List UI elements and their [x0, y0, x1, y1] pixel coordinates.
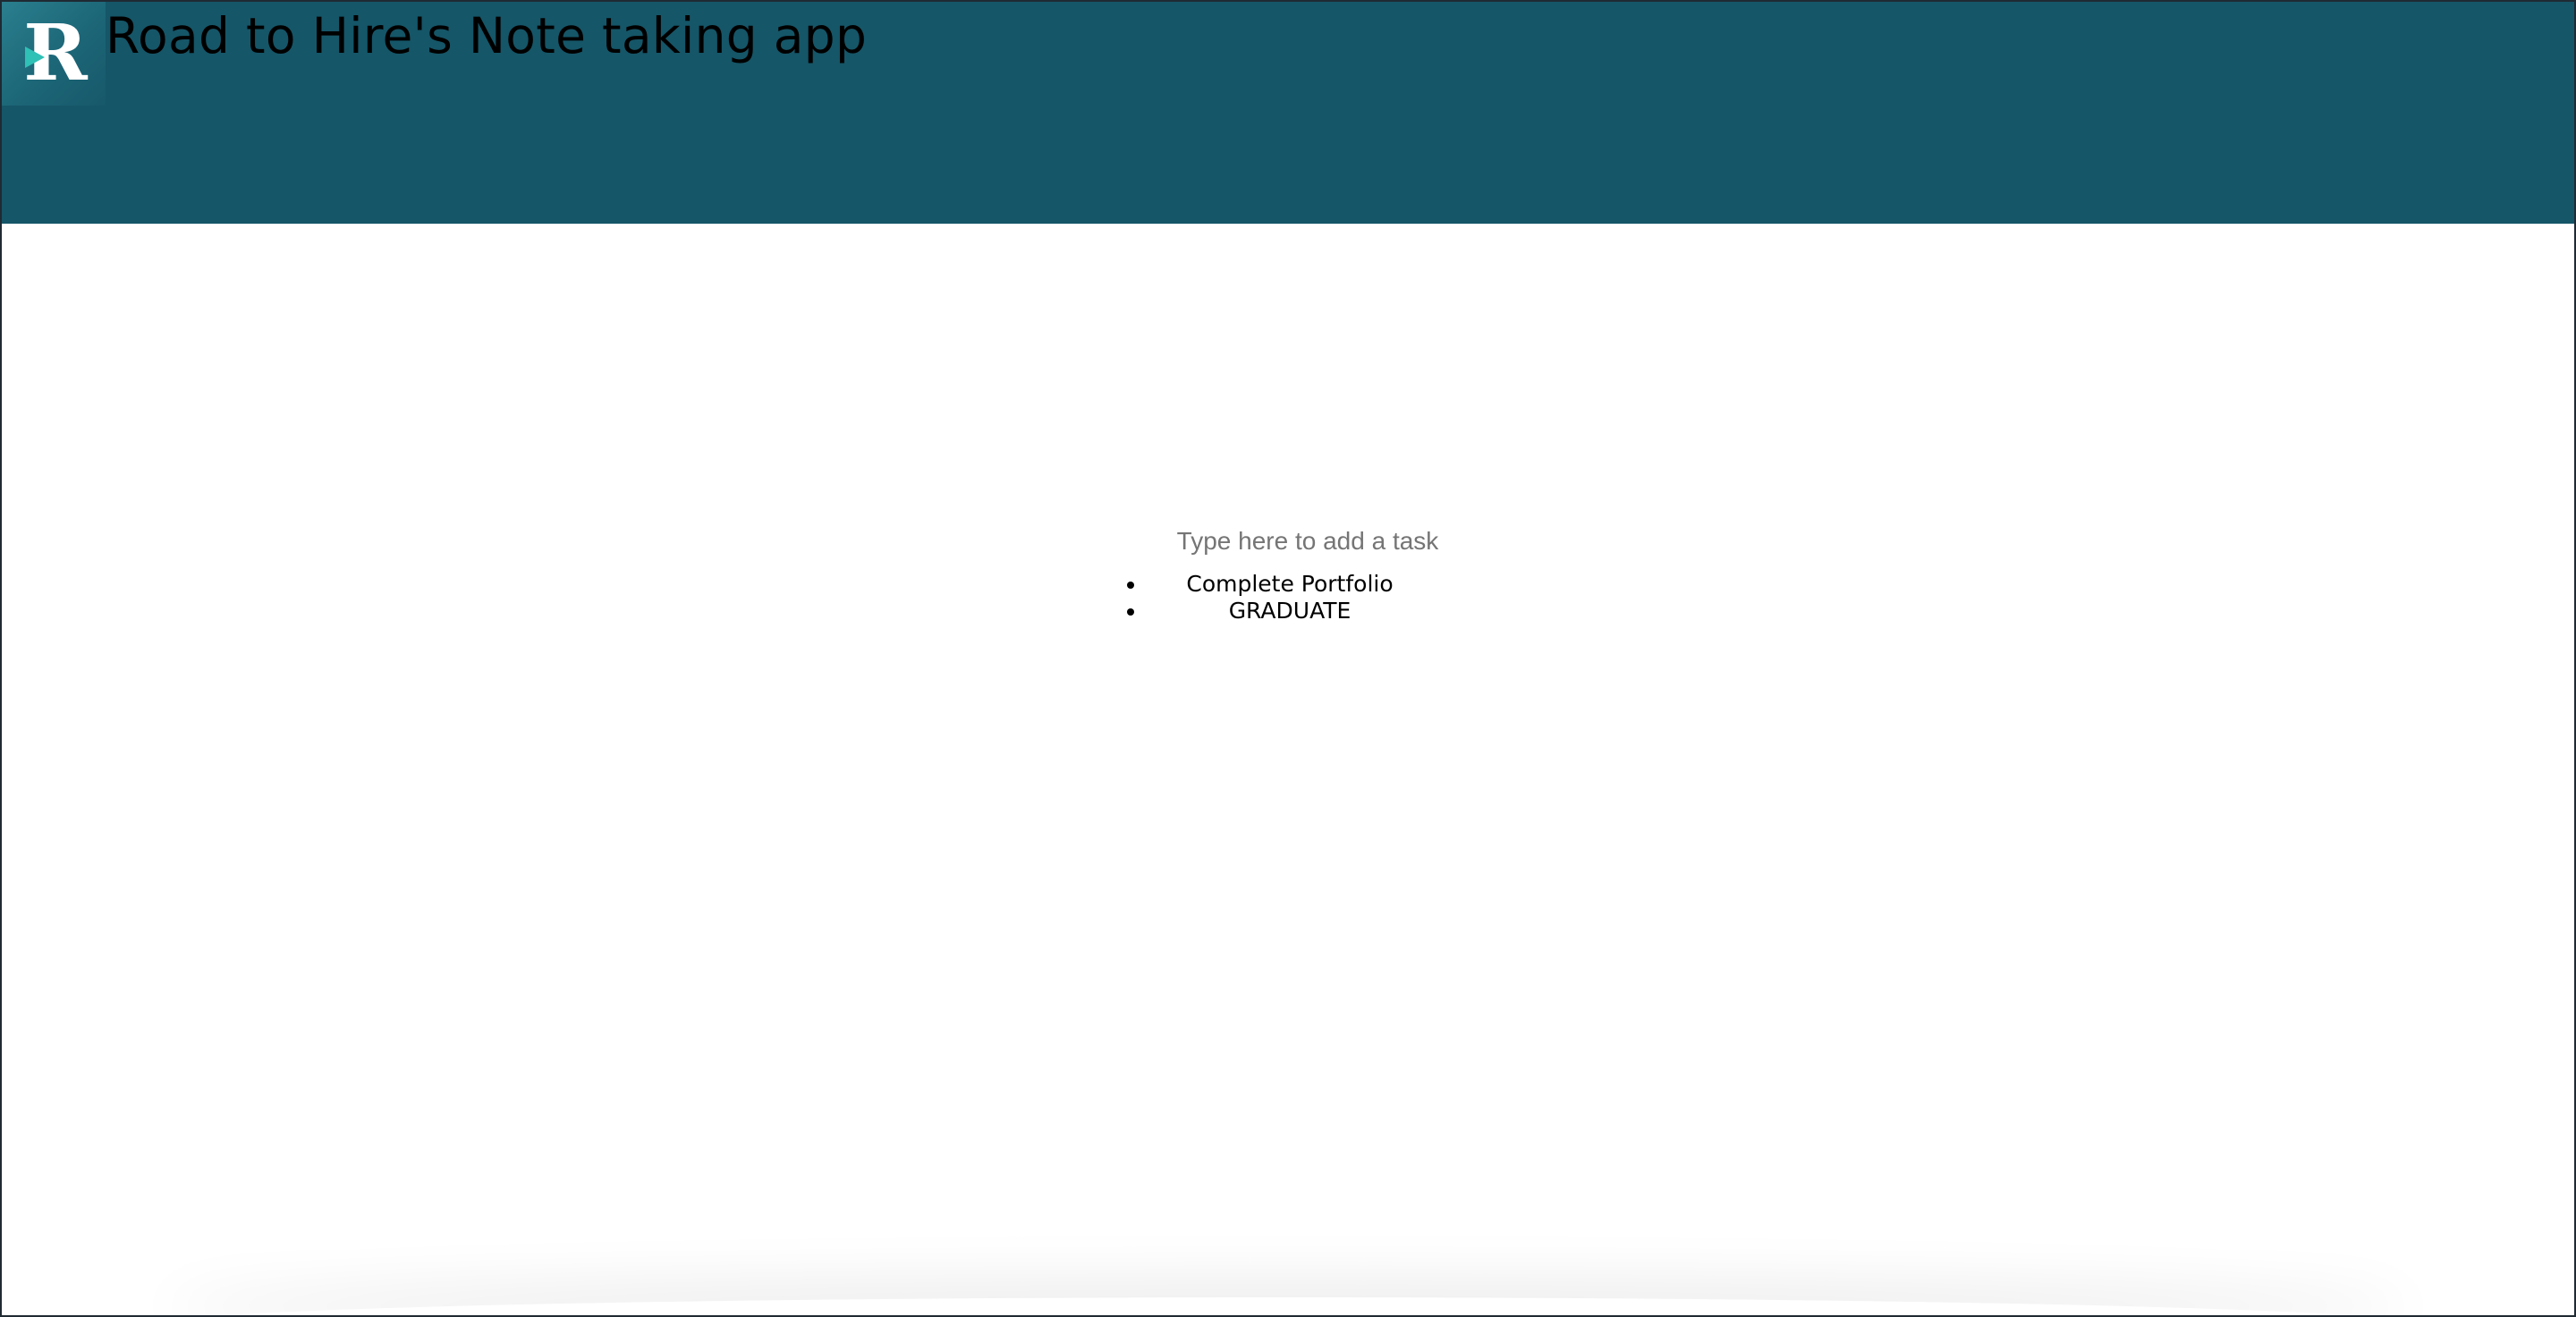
- app-window: R Road to Hire's Note taking app Complet…: [0, 0, 2576, 1317]
- list-item[interactable]: GRADUATE: [1147, 598, 1433, 625]
- add-task-input[interactable]: [1147, 521, 1469, 562]
- play-arrow-icon: [25, 47, 45, 68]
- list-item[interactable]: Complete Portfolio: [1147, 571, 1433, 598]
- bottom-shadow: [163, 1297, 2413, 1315]
- road-to-hire-logo: R: [2, 2, 106, 106]
- app-header: R Road to Hire's Note taking app: [2, 2, 2574, 224]
- task-list: Complete Portfolio GRADUATE: [1147, 571, 1433, 625]
- page-title: Road to Hire's Note taking app: [106, 7, 868, 64]
